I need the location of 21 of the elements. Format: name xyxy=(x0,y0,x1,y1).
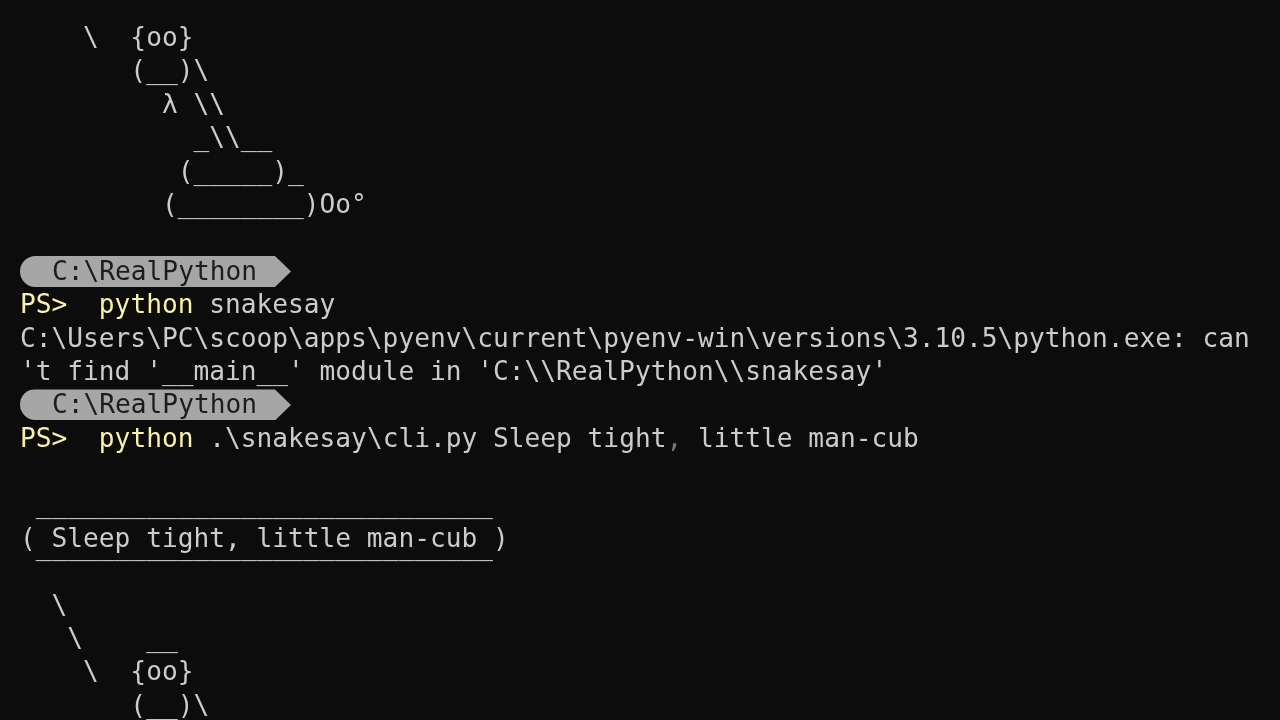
speech-bubble-line: ‾‾‾‾‾‾‾‾‾‾‾‾‾‾‾‾‾‾‾‾‾‾‾‾‾‾‾‾‾ xyxy=(35,555,493,589)
prompt-path-segment: C:\RealPython xyxy=(20,255,291,287)
ascii-art-line: (__)\ xyxy=(130,54,210,88)
ascii-art-line: \ __ xyxy=(67,622,178,656)
command-line: python snakesay xyxy=(98,288,336,322)
ascii-art-line: \ {oo} xyxy=(83,21,194,54)
ascii-art-line: (_____)_ xyxy=(177,154,304,188)
prompt-path-segment: C:\RealPython xyxy=(20,389,291,421)
prompt-symbol: PS> xyxy=(20,288,68,322)
ascii-art-line: (________)Oo° xyxy=(161,187,367,221)
output-line: C:\Users\PC\scoop\apps\pyenv\current\pyenv-win\versions\3.10.5\python.exe: can xyxy=(20,321,1250,355)
ascii-art-line: _\\__ xyxy=(193,121,273,155)
prompt-symbol: PS> xyxy=(20,421,68,455)
command-line: python .\snakesay\cli.py Sleep tight, little man-cub xyxy=(98,421,919,455)
ascii-art-line: (__)\ xyxy=(130,688,210,720)
ascii-art-line: \ {oo} xyxy=(83,655,194,689)
output-line: 't find '__main__' module in 'C:\\RealPython\\snakesay' xyxy=(20,354,888,388)
speech-bubble-line: _____________________________ xyxy=(35,488,493,522)
speech-bubble-line: ( Sleep tight, little man-cub ) xyxy=(20,521,509,555)
ascii-art-line: \ xyxy=(51,588,68,622)
ascii-art-line: λ \\ xyxy=(161,87,225,121)
